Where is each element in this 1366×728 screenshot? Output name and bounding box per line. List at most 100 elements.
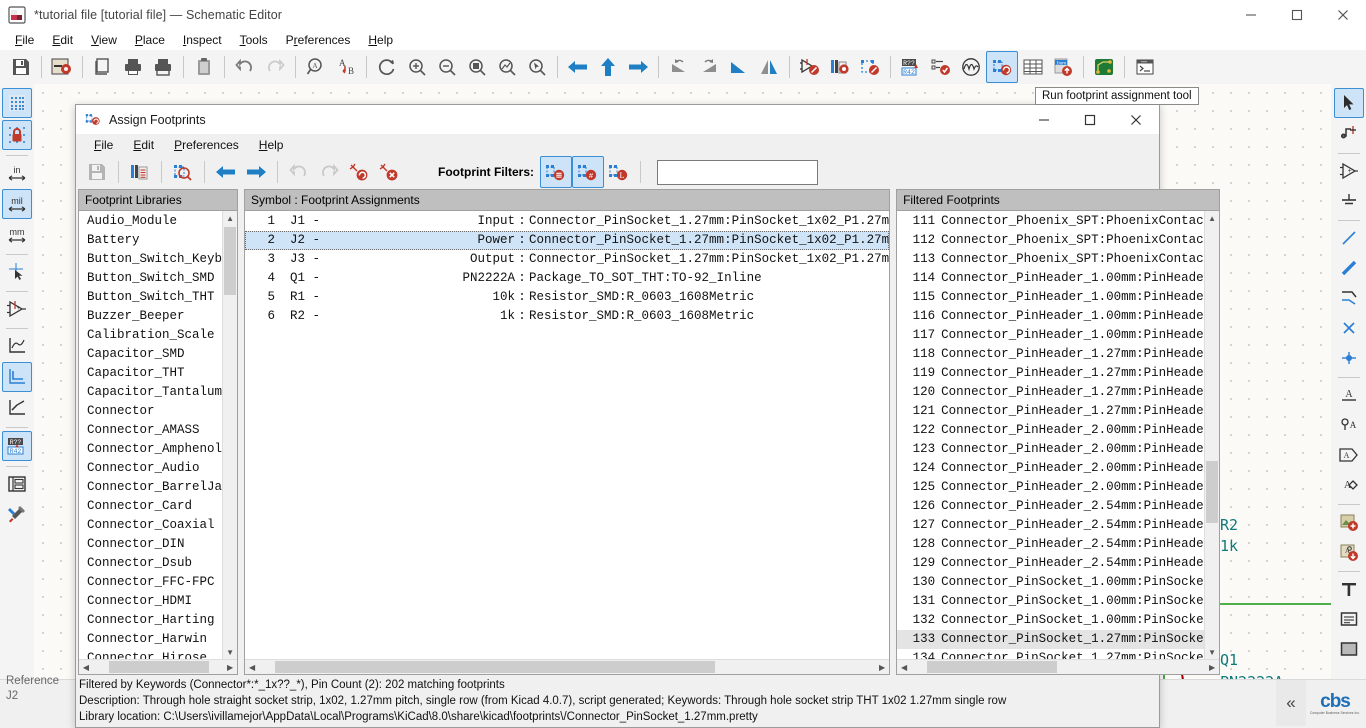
grid-lock-icon[interactable]	[2, 120, 32, 150]
undo-icon[interactable]	[284, 157, 314, 187]
footprint-assign-icon[interactable]	[986, 51, 1018, 83]
library-list-item[interactable]: Capacitor_THT	[79, 364, 237, 383]
redo-icon[interactable]	[314, 157, 344, 187]
rectangle-tool-icon[interactable]	[1335, 635, 1363, 663]
scroll-right-arrow[interactable]: ▶	[223, 660, 237, 674]
filtered-footprint-row[interactable]: 123 Connector_PinHeader_2.00mm:PinHeader_…	[897, 440, 1220, 459]
filtered-footprint-row[interactable]: 124 Connector_PinHeader_2.00mm:PinHeader_…	[897, 459, 1220, 478]
dialog-menu-help[interactable]: Help	[249, 136, 294, 154]
units-inch-icon[interactable]: in	[3, 159, 31, 187]
symbols-horizontal-scrollbar[interactable]: ◀ ▶	[245, 659, 890, 674]
mirror-vertical-icon[interactable]	[754, 52, 784, 82]
redo-icon[interactable]	[260, 52, 290, 82]
scroll-right-arrow[interactable]: ▶	[875, 660, 889, 674]
zoom-out-icon[interactable]	[432, 52, 462, 82]
filtered-footprint-row[interactable]: 127 Connector_PinHeader_2.54mm:PinHeader_…	[897, 516, 1220, 535]
place-power-icon[interactable]	[1335, 187, 1363, 215]
pcb-editor-icon[interactable]	[1089, 52, 1119, 82]
filtered-footprints-list[interactable]: 111 Connector_Phoenix_SPT:PhoenixContact_…	[897, 211, 1220, 659]
select-tool-icon[interactable]	[1333, 88, 1364, 118]
menu-tools[interactable]: Tools	[231, 31, 277, 49]
place-symbol-icon[interactable]: +	[1335, 157, 1363, 185]
symbol-assignment-row[interactable]: 4 Q1 - PN2222A: Package_TO_SOT_THT:TO-92_In…	[245, 269, 889, 288]
nav-up-icon[interactable]	[593, 52, 623, 82]
rotate-cw-icon[interactable]	[694, 52, 724, 82]
delete-all-assoc-icon[interactable]	[374, 157, 404, 187]
library-list-item[interactable]: Connector_Harting	[79, 611, 237, 630]
paste-icon[interactable]	[189, 52, 219, 82]
wire-to-bus-entry-icon[interactable]	[1335, 284, 1363, 312]
dialog-menu-file[interactable]: File	[84, 136, 123, 154]
library-list-item[interactable]: Connector_Harwin	[79, 630, 237, 649]
dialog-maximize-button[interactable]	[1067, 105, 1113, 134]
filtered-footprint-row[interactable]: 121 Connector_PinHeader_1.27mm:PinHeader_…	[897, 402, 1220, 421]
view-footprint-icon[interactable]	[168, 157, 198, 187]
units-mil-icon[interactable]: mil	[2, 189, 32, 219]
library-list-item[interactable]: Button_Switch_THT	[79, 288, 237, 307]
next-icon[interactable]	[241, 157, 271, 187]
filtered-footprint-row[interactable]: 119 Connector_PinHeader_1.27mm:PinHeader_…	[897, 364, 1220, 383]
menu-edit[interactable]: Edit	[43, 31, 82, 49]
scrollbar-thumb[interactable]	[927, 661, 1058, 673]
dialog-menu-preferences[interactable]: Preferences	[164, 136, 249, 154]
zoom-in-icon[interactable]	[402, 52, 432, 82]
sheet-pin-icon[interactable]: A	[1335, 471, 1363, 499]
symbol-assignments-list[interactable]: 1 J1 - Input: Connector_PinSocket_1.27mm:Pi…	[245, 211, 890, 659]
ortho-wire-icon[interactable]	[2, 362, 32, 392]
no-connect-icon[interactable]	[1335, 314, 1363, 342]
menu-help[interactable]: Help	[359, 31, 402, 49]
filter-by-keyword-icon[interactable]: L	[604, 157, 634, 187]
print-icon[interactable]	[118, 52, 148, 82]
zoom-selection-icon[interactable]	[522, 52, 552, 82]
library-list-item[interactable]: Connector_HDMI	[79, 592, 237, 611]
minimize-button[interactable]	[1228, 0, 1274, 30]
scroll-down-arrow[interactable]: ▼	[223, 645, 238, 659]
filtered-footprint-row[interactable]: 130 Connector_PinSocket_1.00mm:PinSocket_…	[897, 573, 1220, 592]
hierarchical-label-icon[interactable]: A	[1335, 441, 1363, 469]
annotate-auto-icon[interactable]: R?? R42	[2, 431, 32, 461]
symbol-assignment-row[interactable]: 5 R1 - 10k: Resistor_SMD:R_0603_1608Metric	[245, 288, 889, 307]
filtered-footprint-row[interactable]: 133 Connector_PinSocket_1.27mm:PinSocket_…	[897, 630, 1220, 649]
filter-by-library-icon[interactable]	[540, 156, 572, 188]
units-mm-icon[interactable]: mm	[3, 221, 31, 249]
nav-back-icon[interactable]	[563, 52, 593, 82]
filtered-footprint-row[interactable]: 115 Connector_PinHeader_1.00mm:PinHeader_…	[897, 288, 1220, 307]
renumber-icon[interactable]: R?? R42	[896, 52, 926, 82]
sheet-settings-icon[interactable]	[47, 52, 77, 82]
scroll-up-arrow[interactable]: ▲	[1205, 211, 1220, 225]
generate-bom-icon[interactable]: .bom	[1048, 52, 1078, 82]
net-label-icon[interactable]: A	[1335, 381, 1363, 409]
scroll-down-arrow[interactable]: ▼	[1205, 645, 1220, 659]
library-list-item[interactable]: Buzzer_Beeper	[79, 307, 237, 326]
diagonal-wire-icon[interactable]	[3, 394, 31, 422]
library-list-item[interactable]: Connector_Amphenol	[79, 440, 237, 459]
page-settings-icon[interactable]	[88, 52, 118, 82]
library-list-item[interactable]: Connector_FFC-FPC	[79, 573, 237, 592]
filtered-footprint-row[interactable]: 128 Connector_PinHeader_2.54mm:PinHeader_…	[897, 535, 1220, 554]
scripting-console-icon[interactable]	[1130, 52, 1160, 82]
filtered-footprint-row[interactable]: 129 Connector_PinHeader_2.54mm:PinHeader_…	[897, 554, 1220, 573]
library-list-item[interactable]: Capacitor_Tantalum_S	[79, 383, 237, 402]
rotate-ccw-icon[interactable]	[664, 52, 694, 82]
find-replace-icon[interactable]: AB	[331, 52, 361, 82]
filtered-footprint-row[interactable]: 134 Connector_PinSocket_1.27mm:PinSocket_…	[897, 649, 1220, 659]
previous-icon[interactable]	[211, 157, 241, 187]
library-list-item[interactable]: Connector_AMASS	[79, 421, 237, 440]
symbol-checker-icon[interactable]	[825, 52, 855, 82]
scrollbar-thumb[interactable]	[275, 661, 716, 673]
scroll-left-arrow[interactable]: ◀	[245, 660, 259, 674]
libraries-horizontal-scrollbar[interactable]: ◀ ▶	[79, 659, 238, 674]
add-image-icon[interactable]	[1335, 508, 1363, 536]
add-text-box-icon[interactable]: A	[1335, 538, 1363, 566]
library-list-item[interactable]: Button_Switch_Keyboa	[79, 250, 237, 269]
symbol-assignment-row[interactable]: 6 R2 - 1k: Resistor_SMD:R_0603_1608Metric	[245, 307, 889, 326]
scrollbar-thumb[interactable]	[1206, 461, 1219, 523]
symbol-editor-icon[interactable]	[855, 52, 885, 82]
undo-icon[interactable]	[230, 52, 260, 82]
library-list-item[interactable]: Audio_Module	[79, 212, 237, 231]
draw-wire-icon[interactable]	[1335, 224, 1363, 252]
filtered-footprint-row[interactable]: 132 Connector_PinSocket_1.00mm:PinSocket_…	[897, 611, 1220, 630]
library-list-item[interactable]: Connector_DIN	[79, 535, 237, 554]
scroll-left-arrow[interactable]: ◀	[897, 660, 911, 674]
footprint-filter-input[interactable]	[657, 159, 818, 185]
